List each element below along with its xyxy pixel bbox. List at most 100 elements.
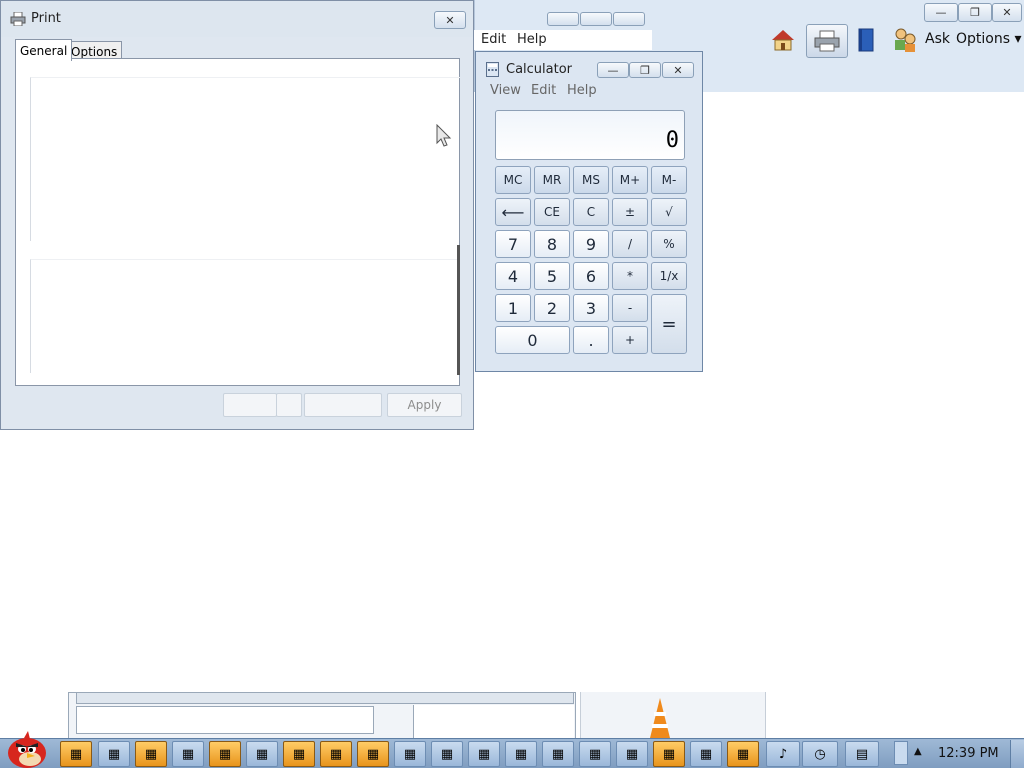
print-button[interactable] xyxy=(223,393,277,417)
taskbar-item[interactable]: ▦ xyxy=(357,741,389,767)
background-window-right xyxy=(580,692,766,738)
calc-restore-button[interactable]: ❐ xyxy=(629,62,661,78)
key-subtract[interactable]: - xyxy=(612,294,648,322)
window-icon: ▦ xyxy=(292,746,306,762)
key-7[interactable]: 7 xyxy=(495,230,531,258)
key-divide[interactable]: / xyxy=(612,230,648,258)
bg-menu-edit[interactable]: Edit xyxy=(481,32,506,47)
key-sqrt[interactable]: √ xyxy=(651,198,687,226)
key-5[interactable]: 5 xyxy=(534,262,570,290)
bg-partial-close-button[interactable] xyxy=(613,12,645,26)
key-9[interactable]: 9 xyxy=(573,230,609,258)
apply-button[interactable]: Apply xyxy=(387,393,462,417)
calc-menu-view[interactable]: View xyxy=(490,83,521,98)
bg-partial-restore-button[interactable] xyxy=(580,12,612,26)
key-m-plus[interactable]: M+ xyxy=(612,166,648,194)
options-menu-button[interactable]: Options ▾ xyxy=(956,31,1022,47)
print-button-dropdown[interactable] xyxy=(276,393,302,417)
bg-menu-help[interactable]: Help xyxy=(517,32,547,47)
window-icon: ▦ xyxy=(551,746,565,762)
taskbar-scroll-arrows[interactable] xyxy=(894,741,908,765)
taskbar-item[interactable]: ▦ xyxy=(616,741,648,767)
key-4[interactable]: 4 xyxy=(495,262,531,290)
key-add[interactable]: + xyxy=(612,326,648,354)
taskbar-item[interactable]: ▦ xyxy=(690,741,722,767)
taskbar-item-clock-app[interactable]: ◷ xyxy=(802,741,838,767)
cancel-button[interactable] xyxy=(304,393,382,417)
key-3[interactable]: 3 xyxy=(573,294,609,322)
taskbar-item-notepad[interactable]: ▤ xyxy=(845,741,879,767)
key-plus-minus[interactable]: ± xyxy=(612,198,648,226)
scrollbar-thumb[interactable] xyxy=(457,245,460,375)
chevron-down-icon: ▾ xyxy=(1014,31,1022,47)
bg-minimize-button[interactable]: — xyxy=(924,3,958,22)
key-mr[interactable]: MR xyxy=(534,166,570,194)
key-c[interactable]: C xyxy=(573,198,609,226)
key-1[interactable]: 1 xyxy=(495,294,531,322)
window-icon: ▦ xyxy=(218,746,232,762)
clock-icon: ◷ xyxy=(814,746,826,762)
window-icon: ▦ xyxy=(107,746,121,762)
taskbar-item[interactable]: ▦ xyxy=(579,741,611,767)
page-range-group xyxy=(30,259,460,373)
taskbar-item[interactable]: ▦ xyxy=(320,741,352,767)
home-icon[interactable] xyxy=(768,25,798,55)
taskbar-item[interactable]: ▦ xyxy=(60,741,92,767)
key-0[interactable]: 0 xyxy=(495,326,570,354)
taskbar-item[interactable]: ▦ xyxy=(542,741,574,767)
calc-menu-edit[interactable]: Edit xyxy=(531,83,556,98)
bg-close-button[interactable]: ✕ xyxy=(992,3,1022,22)
taskbar-item-calculator[interactable]: ▦ xyxy=(727,741,759,767)
key-2[interactable]: 2 xyxy=(534,294,570,322)
taskbar-item[interactable]: ▦ xyxy=(135,741,167,767)
ask-button[interactable]: Ask xyxy=(925,31,950,47)
taskbar-clock[interactable]: 12:39 PM xyxy=(938,746,999,761)
taskbar-item-speaker[interactable]: ♪ xyxy=(766,741,800,767)
taskbar-item[interactable]: ▦ xyxy=(653,741,685,767)
options-label: Options xyxy=(956,31,1011,47)
window-icon: ▦ xyxy=(181,746,195,762)
key-8[interactable]: 8 xyxy=(534,230,570,258)
show-desktop-button[interactable] xyxy=(1010,740,1024,768)
calc-minimize-button[interactable]: — xyxy=(597,62,629,78)
key-backspace[interactable]: ⟵ xyxy=(495,198,531,226)
key-ce[interactable]: CE xyxy=(534,198,570,226)
key-reciprocal[interactable]: 1/x xyxy=(651,262,687,290)
vlc-cone-icon[interactable] xyxy=(648,698,672,741)
key-m-minus[interactable]: M- xyxy=(651,166,687,194)
calculator-display: 0 xyxy=(495,110,685,160)
key-6[interactable]: 6 xyxy=(573,262,609,290)
taskbar-item[interactable]: ▦ xyxy=(209,741,241,767)
window-icon: ▦ xyxy=(255,746,269,762)
bg-restore-button[interactable]: ❐ xyxy=(958,3,992,22)
taskbar-item[interactable]: ▦ xyxy=(505,741,537,767)
angry-bird-icon[interactable] xyxy=(2,729,50,768)
background-panel xyxy=(76,706,374,734)
key-mc[interactable]: MC xyxy=(495,166,531,194)
tab-general[interactable]: General xyxy=(15,39,73,61)
calc-menu-help[interactable]: Help xyxy=(567,83,597,98)
book-icon[interactable] xyxy=(851,25,881,55)
taskbar-item[interactable]: ▦ xyxy=(394,741,426,767)
key-equals[interactable]: = xyxy=(651,294,687,354)
background-window-lower-bar xyxy=(76,692,574,704)
taskbar-item[interactable]: ▦ xyxy=(468,741,500,767)
key-multiply[interactable]: * xyxy=(612,262,648,290)
window-icon: ▦ xyxy=(403,746,417,762)
taskbar-item[interactable]: ▦ xyxy=(431,741,463,767)
taskbar-item[interactable]: ▦ xyxy=(172,741,204,767)
taskbar-item[interactable]: ▦ xyxy=(98,741,130,767)
key-ms[interactable]: MS xyxy=(573,166,609,194)
mouse-cursor-icon xyxy=(436,123,452,151)
window-icon: ▦ xyxy=(625,746,639,762)
print-close-button[interactable]: ✕ xyxy=(434,11,466,29)
print-icon[interactable] xyxy=(806,24,848,58)
people-icon[interactable] xyxy=(890,25,920,55)
taskbar-item[interactable]: ▦ xyxy=(283,741,315,767)
key-decimal[interactable]: . xyxy=(573,326,609,354)
taskbar-item[interactable]: ▦ xyxy=(246,741,278,767)
bg-partial-minimize-button[interactable] xyxy=(547,12,579,26)
key-percent[interactable]: % xyxy=(651,230,687,258)
calc-close-button[interactable]: ✕ xyxy=(662,62,694,78)
show-hidden-icons-icon[interactable]: ▲ xyxy=(914,746,922,757)
